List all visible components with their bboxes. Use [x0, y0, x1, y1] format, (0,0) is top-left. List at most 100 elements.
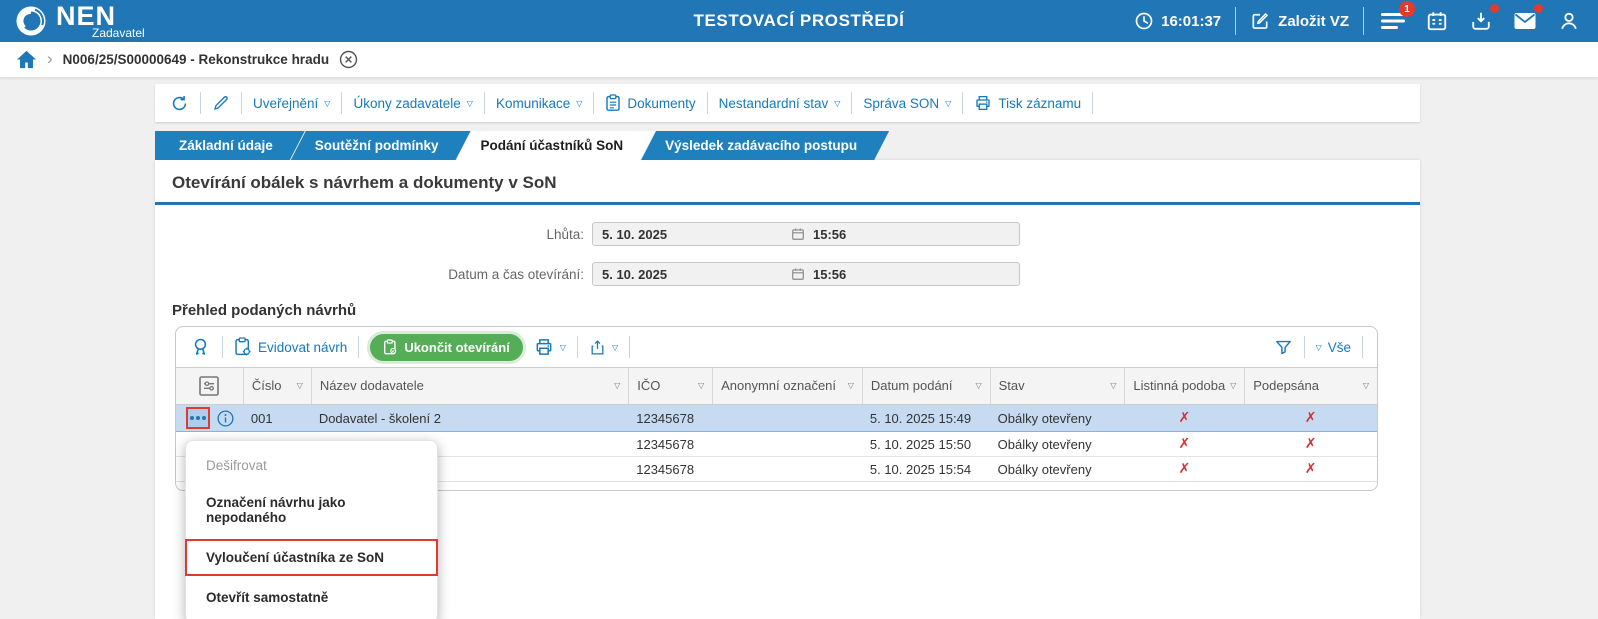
field-row-lhuta: Lhůta: 5. 10. 2025 15:56 [155, 222, 1420, 246]
clock-icon [1134, 11, 1154, 31]
calendar-small-icon [791, 267, 805, 281]
filter-icon[interactable] [1274, 338, 1293, 357]
printer-icon [534, 337, 554, 357]
actionbar-separator [707, 92, 708, 114]
topbar-separator [1235, 7, 1236, 35]
x-mark-icon: ✗ [1178, 410, 1190, 426]
main-menu-button[interactable]: 1 [1378, 6, 1408, 36]
tab-zakladni-udaje[interactable]: Základní údaje [155, 131, 305, 160]
profile-button[interactable] [1554, 6, 1584, 36]
menu-item-otevrit-samostatne[interactable]: Otevřít samostatně [186, 579, 437, 616]
cell-datum: 5. 10. 2025 15:54 [862, 462, 990, 477]
record-tabs: Základní údaje Soutěžní podmínky Podání … [155, 131, 1420, 160]
caret-down-icon: ▽ [324, 99, 330, 108]
header-stav[interactable]: Stav▽ [990, 368, 1125, 404]
actionbar-separator [1092, 92, 1093, 114]
lhuta-time-value[interactable]: 15:56 [813, 227, 846, 242]
toolbar-separator [1304, 336, 1305, 358]
oteviranai-time-value[interactable]: 15:56 [813, 267, 846, 282]
header-listinna-podoba[interactable]: Listinná podoba▽ [1124, 368, 1244, 404]
home-icon[interactable] [16, 50, 37, 69]
header-cislo[interactable]: Číslo▽ [243, 368, 311, 404]
row-context-menu: Dešifrovat Označení návrhu jako nepodané… [185, 440, 438, 619]
breadcrumb: › N006/25/S00000649 - Rekonstrukce hradu [0, 42, 1598, 78]
datum-oteviranai-field[interactable]: 5. 10. 2025 15:56 [592, 262, 1020, 286]
actionbar-separator [200, 92, 201, 114]
x-mark-icon: ✗ [1305, 436, 1317, 452]
filter-preset-vse[interactable]: ▽ Vše [1316, 340, 1351, 355]
cell-stav: Obálky otevřeny [990, 411, 1125, 426]
table-title: Přehled podaných návrhů [172, 302, 1420, 319]
caret-down-icon: ▽ [576, 99, 582, 108]
record-action-bar: Uveřejnění▽ Úkony zadavatele▽ Komunikace… [155, 84, 1420, 122]
row-actions-button[interactable] [186, 407, 210, 429]
actionbar-separator [241, 92, 242, 114]
header-nazev-dodavatele[interactable]: Název dodavatele▽ [311, 368, 628, 404]
nen-logo-icon [14, 4, 48, 38]
menu-ukony-zadavatele[interactable]: Úkony zadavatele▽ [353, 96, 472, 111]
menu-item-oznaceni-nepodaneho[interactable]: Označení návrhu jako nepodaného [186, 484, 437, 536]
x-mark-icon: ✗ [1305, 410, 1317, 426]
clipboard-check-icon [383, 339, 398, 356]
award-icon[interactable] [190, 336, 211, 358]
lhuta-label: Lhůta: [155, 227, 592, 242]
tab-podani-ucastniku-son[interactable]: Podání účastníků SoN [457, 131, 656, 160]
menu-tisk-zaznamu[interactable]: Tisk záznamu [974, 94, 1081, 112]
cell-nazev: Dodavatel - školení 2 [311, 411, 628, 426]
tab-vysledek-postupu[interactable]: Výsledek zadávacího postupu [641, 131, 889, 160]
brand-role: Zadavatel [92, 27, 145, 39]
session-time: 16:01:37 [1161, 13, 1221, 30]
menu-sprava-son[interactable]: Správa SON▽ [863, 96, 951, 111]
menu-item-vylouceni-ucastnika[interactable]: Vyloučení účastníka ze SoN [187, 541, 436, 574]
cell-datum: 5. 10. 2025 15:49 [862, 411, 990, 426]
header-ico[interactable]: IČO▽ [628, 368, 712, 404]
messages-button[interactable] [1510, 6, 1540, 36]
cell-cislo: 001 [243, 411, 311, 426]
inbox-button[interactable] [1466, 6, 1496, 36]
oteviranai-date-value[interactable]: 5. 10. 2025 [593, 267, 791, 282]
toolbar-separator [629, 336, 630, 358]
caret-down-icon: ▽ [698, 382, 704, 391]
header-anonymni-oznaceni[interactable]: Anonymní označení▽ [712, 368, 862, 404]
refresh-icon[interactable] [170, 94, 189, 113]
lhuta-date-value[interactable]: 5. 10. 2025 [593, 227, 791, 242]
table-header: Číslo▽ Název dodavatele▽ IČO▽ Anonymní o… [176, 367, 1377, 405]
header-podepsana[interactable]: Podepsána▽ [1244, 368, 1377, 404]
breadcrumb-item[interactable]: N006/25/S00000649 - Rekonstrukce hradu [63, 52, 329, 67]
caret-down-icon: ▽ [612, 343, 618, 352]
menu-nestandardni-stav[interactable]: Nestandardní stav▽ [719, 96, 841, 111]
toolbar-separator [1362, 336, 1363, 358]
toolbar-separator [358, 336, 359, 358]
menu-uverejneni[interactable]: Uveřejnění▽ [253, 96, 330, 111]
close-tab-icon[interactable] [339, 50, 358, 69]
ukoncit-oteviranai-button[interactable]: Ukončit otevírání [370, 334, 522, 361]
chevron-right-icon: › [47, 49, 53, 69]
sliders-icon [197, 374, 221, 398]
evidovat-navrh-button[interactable]: Evidovat návrh [234, 337, 347, 357]
header-datum-podani[interactable]: Datum podání▽ [862, 368, 990, 404]
pencil-icon[interactable] [212, 94, 230, 112]
caret-down-icon: ▽ [1110, 382, 1116, 391]
session-timer: 16:01:37 [1134, 11, 1221, 31]
create-vz-button[interactable]: Založit VZ [1250, 11, 1349, 31]
menu-komunikace[interactable]: Komunikace▽ [496, 96, 582, 111]
table-row[interactable]: 001 Dodavatel - školení 2 12345678 5. 10… [176, 405, 1377, 432]
nen-logo[interactable]: NEN Zadavatel [14, 3, 145, 39]
document-icon [605, 94, 621, 112]
x-mark-icon: ✗ [1178, 461, 1190, 477]
export-table-button[interactable]: ▽ [589, 338, 618, 357]
calendar-button[interactable] [1422, 6, 1452, 36]
tab-soutezni-podminky[interactable]: Soutěžní podmínky [291, 131, 471, 160]
menu-dokumenty[interactable]: Dokumenty [605, 94, 695, 112]
inbox-notification-dot [1490, 4, 1499, 13]
column-settings-button[interactable] [176, 368, 243, 404]
top-bar: NEN Zadavatel TESTOVACÍ PROSTŘEDÍ 16:01:… [0, 0, 1598, 42]
toolbar-separator [222, 336, 223, 358]
print-table-button[interactable]: ▽ [534, 337, 566, 357]
lhuta-field[interactable]: 5. 10. 2025 15:56 [592, 222, 1020, 246]
caret-down-icon: ▽ [1363, 382, 1369, 391]
info-icon[interactable] [216, 409, 235, 428]
menu-badge: 1 [1399, 1, 1415, 17]
cell-stav: Obálky otevřeny [990, 437, 1125, 452]
datum-oteviranai-label: Datum a čas otevírání: [155, 267, 592, 282]
